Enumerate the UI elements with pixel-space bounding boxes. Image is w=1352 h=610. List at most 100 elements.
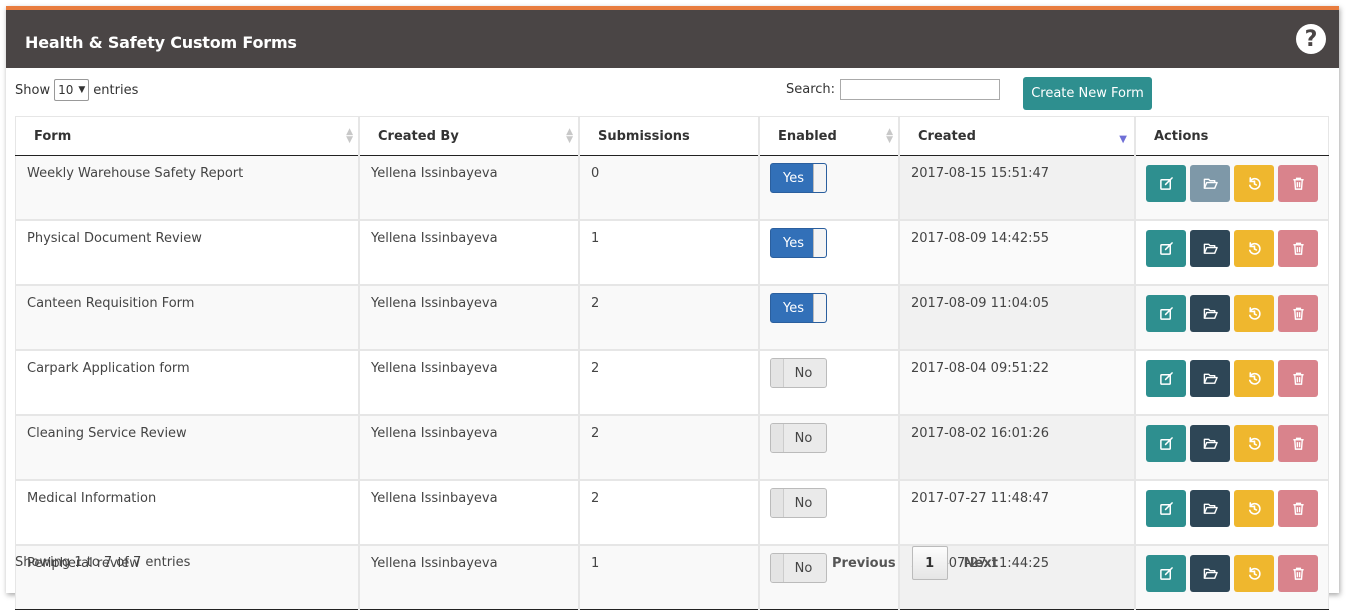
toggle-knob (771, 554, 784, 582)
folder-open-icon (1203, 371, 1218, 386)
reset-icon (1247, 501, 1262, 516)
enabled-toggle[interactable]: No (770, 423, 827, 453)
cell-created: 2017-08-15 15:51:47 (899, 155, 1136, 221)
enabled-toggle-label: Yes (783, 170, 804, 186)
cell-created-by: Yellena Issinbayeva (359, 480, 580, 546)
reset-button[interactable] (1234, 295, 1274, 332)
cell-actions (1135, 415, 1329, 481)
search-label: Search: (786, 82, 836, 97)
cell-submissions: 2 (579, 285, 760, 351)
delete-button[interactable] (1278, 165, 1318, 202)
column-header-form[interactable]: Form ▲ ▼ (15, 116, 360, 156)
reset-button[interactable] (1234, 555, 1274, 592)
edit-button[interactable] (1146, 165, 1186, 202)
table-row: Physical Document Review Yellena Issinbay… (15, 220, 1329, 286)
trash-icon (1291, 566, 1306, 581)
open-form-button[interactable] (1190, 360, 1230, 397)
cell-form: Weekly Warehouse Safety Report (15, 155, 360, 221)
column-header-created-by[interactable]: Created By ▲ ▼ (359, 116, 580, 156)
search-input[interactable] (840, 79, 1001, 100)
panel-header: Health & Safety Custom Forms ? (6, 10, 1339, 68)
delete-button[interactable] (1278, 490, 1318, 527)
cell-actions (1135, 545, 1329, 610)
enabled-toggle-label: No (794, 495, 813, 511)
sort-icon: ▲ ▼ (566, 127, 573, 145)
enabled-toggle[interactable]: Yes (770, 163, 827, 193)
enabled-toggle[interactable]: Yes (770, 228, 827, 258)
edit-button[interactable] (1146, 230, 1186, 267)
cell-enabled: No (759, 415, 900, 481)
reset-button[interactable] (1234, 360, 1274, 397)
cell-enabled: Yes (759, 285, 900, 351)
cell-actions (1135, 155, 1329, 221)
open-form-button[interactable] (1190, 490, 1230, 527)
sort-descending-icon: ▼ (1119, 134, 1127, 145)
delete-button[interactable] (1278, 295, 1318, 332)
table-toolbar: Show 10 ▼ entries Search: Create New For… (6, 68, 1339, 116)
enabled-toggle-label: No (794, 560, 813, 576)
enabled-toggle[interactable]: No (770, 358, 827, 388)
edit-button[interactable] (1146, 490, 1186, 527)
cell-actions (1135, 220, 1329, 286)
folder-open-icon (1203, 501, 1218, 516)
delete-button[interactable] (1278, 425, 1318, 462)
open-form-button[interactable] (1190, 295, 1230, 332)
reset-icon (1247, 176, 1262, 191)
column-header-enabled[interactable]: Enabled ▲ ▼ (759, 116, 900, 156)
table-row: Medical Information Yellena Issinbayeva 2 N… (15, 480, 1329, 546)
reset-button[interactable] (1234, 425, 1274, 462)
show-label: Show (15, 82, 51, 98)
pagination: Previous 1 Next (822, 546, 1008, 580)
toggle-knob (813, 294, 826, 322)
delete-button[interactable] (1278, 230, 1318, 267)
reset-button[interactable] (1234, 230, 1274, 267)
enabled-toggle[interactable]: Yes (770, 293, 827, 323)
edit-button[interactable] (1146, 425, 1186, 462)
delete-button[interactable] (1278, 360, 1318, 397)
table-row: Cleaning Service Review Yellena Issinbaye… (15, 415, 1329, 481)
create-new-form-button[interactable]: Create New Form (1023, 77, 1152, 110)
open-form-button[interactable] (1190, 165, 1230, 202)
folder-open-icon (1203, 176, 1218, 191)
enabled-toggle[interactable]: No (770, 553, 827, 583)
sort-icon: ▲ ▼ (886, 127, 893, 145)
page-button-current[interactable]: 1 (911, 546, 948, 580)
open-form-button[interactable] (1190, 555, 1230, 592)
open-form-button[interactable] (1190, 230, 1230, 267)
reset-button[interactable] (1234, 165, 1274, 202)
toggle-knob (771, 359, 784, 387)
delete-button[interactable] (1278, 555, 1318, 592)
open-form-button[interactable] (1190, 425, 1230, 462)
cell-created-by: Yellena Issinbayeva (359, 285, 580, 351)
reset-icon (1247, 566, 1262, 581)
toggle-knob (813, 164, 826, 192)
edit-button[interactable] (1146, 295, 1186, 332)
cell-submissions: 1 (579, 220, 760, 286)
table-info: Showing 1 to 7 of 7 entries (15, 555, 191, 570)
toggle-knob (771, 489, 784, 517)
column-header-created[interactable]: Created ▼ (899, 116, 1136, 156)
edit-button[interactable] (1146, 555, 1186, 592)
cell-created-by: Yellena Issinbayeva (359, 350, 580, 416)
cell-form: Canteen Requisition Form (15, 285, 360, 351)
cell-submissions: 2 (579, 350, 760, 416)
entries-label: entries (93, 82, 139, 98)
folder-open-icon (1203, 566, 1218, 581)
reset-button[interactable] (1234, 490, 1274, 527)
folder-open-icon (1203, 436, 1218, 451)
edit-icon (1159, 371, 1174, 386)
cell-enabled: No (759, 480, 900, 546)
trash-icon (1291, 436, 1306, 451)
enabled-toggle[interactable]: No (770, 488, 827, 518)
table-row: Weekly Warehouse Safety Report Yellena Is… (15, 155, 1329, 221)
next-page-button[interactable]: Next (954, 556, 1008, 571)
trash-icon (1291, 306, 1306, 321)
page-length-select[interactable]: 10 ▼ (54, 79, 90, 101)
previous-page-button[interactable]: Previous (822, 556, 906, 571)
toggle-knob (813, 229, 826, 257)
edit-icon (1159, 566, 1174, 581)
question-circle-icon[interactable]: ? (1296, 24, 1326, 54)
edit-icon (1159, 241, 1174, 256)
edit-button[interactable] (1146, 360, 1186, 397)
cell-created: 2017-07-27 11:48:47 (899, 480, 1136, 546)
